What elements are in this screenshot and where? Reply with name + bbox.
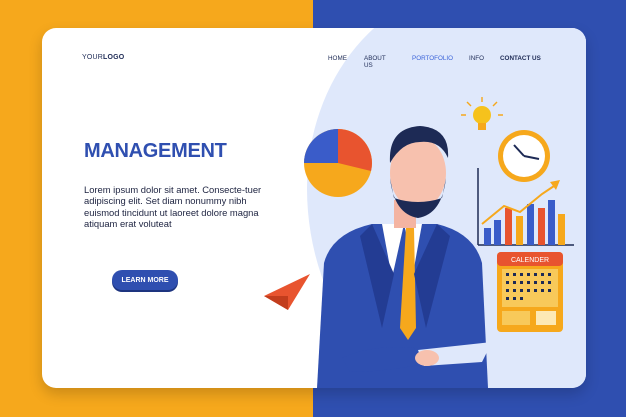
clock-icon [498,130,550,182]
lightbulb-icon [461,97,503,130]
calendar-icon: CALENDER [497,252,563,332]
pie-chart-icon [304,129,372,197]
paper-plane-icon-right [548,86,582,108]
landing-card: YOURLOGO HOME ABOUT US PORTOFOLIO INFO C… [42,28,586,388]
paper-plane-icon [264,274,310,310]
management-illustration: CALENDER [264,97,574,388]
calendar-label: CALENDER [511,257,549,264]
